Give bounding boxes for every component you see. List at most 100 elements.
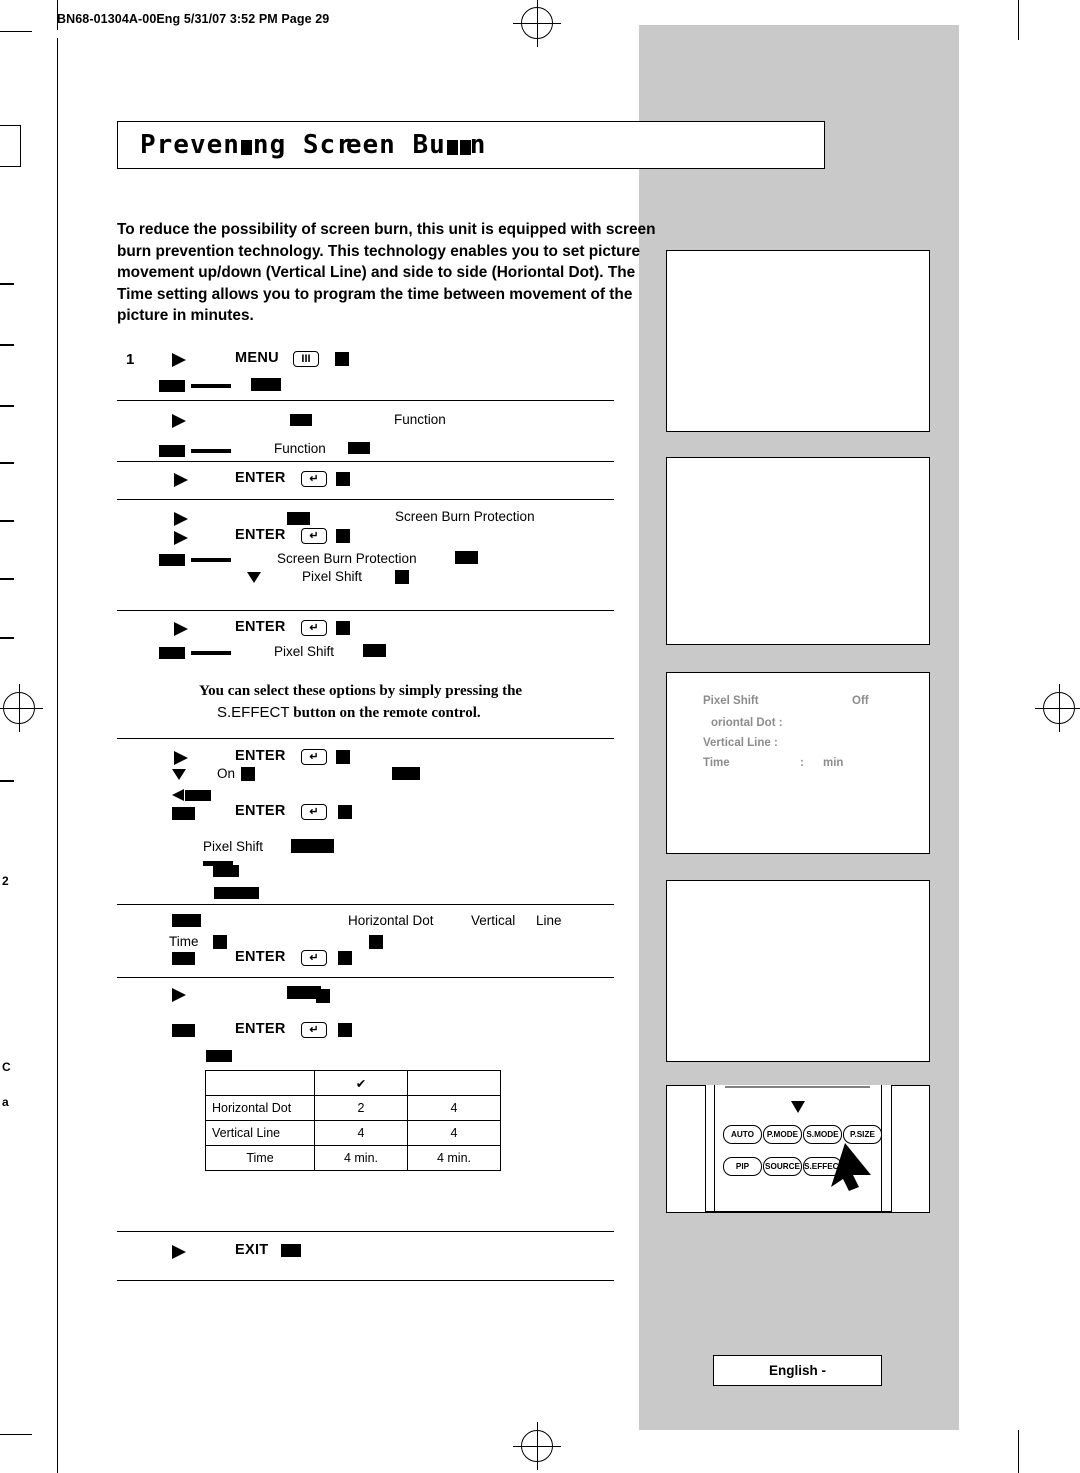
- step-enter-label: ENTER: [235, 803, 286, 819]
- page-root: 2 C a BN68-01304A-00Eng 5/31/07 3:52 PM …: [0, 0, 1080, 1473]
- redaction-block: [206, 1050, 232, 1062]
- step-row-on: ENTER ↵ On ENTER ↵: [117, 739, 614, 839]
- osd-row-horizontal-dot: oriontal Dot :: [711, 717, 783, 729]
- table-cell-value: 4 min.: [314, 1145, 408, 1171]
- step-text-screen-burn: Screen Burn Protection: [395, 509, 535, 524]
- note-button-name: S.EFFECT: [217, 704, 290, 721]
- enter-key-icon: ↵: [301, 804, 327, 820]
- redaction-block: [335, 352, 349, 366]
- redaction-block: [291, 839, 334, 853]
- redaction-block: [395, 570, 409, 584]
- title-glyph-2: [446, 140, 458, 155]
- step-menu-label: MENU: [235, 350, 279, 366]
- redaction-block: [455, 551, 478, 564]
- crop-mark-top-h: [0, 31, 32, 32]
- redaction-block: [191, 651, 231, 655]
- step-text-screen-burn-2: Screen Burn Protection: [277, 551, 417, 566]
- crop-mark-left-bottom-v: [57, 1438, 58, 1473]
- page-title-box: Preven ng Screen Bu n: [117, 121, 825, 169]
- osd-title-value: Off: [852, 695, 869, 707]
- step-number-1: 1: [126, 351, 135, 368]
- remote-illustration: AUTO P.MODE S.MODE P.SIZE PIP SOURCE S.E…: [705, 1085, 892, 1212]
- redaction-block: [213, 935, 227, 949]
- osd-screenshot-1: [666, 250, 930, 432]
- redaction-block: [172, 914, 201, 927]
- redaction-block: [287, 512, 310, 525]
- registration-mark-left: [0, 684, 43, 732]
- crop-mark-left-v: [57, 38, 58, 1438]
- redaction-block: [338, 1023, 352, 1037]
- step-exit-label: EXIT: [235, 1242, 269, 1258]
- step-enter-label: ENTER: [235, 748, 286, 764]
- table-header-row: ✔: [205, 1070, 501, 1096]
- redaction-block: [363, 644, 386, 657]
- osd-row-time-sep: :: [800, 757, 804, 769]
- step-row-enter-1: ENTER ↵: [117, 462, 614, 499]
- page-title: Preven ng Screen Bu n: [140, 130, 487, 160]
- step-enter-label: ENTER: [235, 619, 286, 635]
- bullet-arrow-icon: [172, 1245, 186, 1259]
- redaction-block: [336, 472, 350, 486]
- table-header-blank: [205, 1070, 315, 1096]
- redaction-block: [336, 621, 350, 635]
- intro-paragraph: To reduce the possibility of screen burn…: [117, 221, 656, 324]
- enter-key-icon: ↵: [301, 749, 327, 765]
- registration-mark-bottom: [513, 1422, 561, 1470]
- margin-page-number: 2: [2, 874, 9, 888]
- redaction-block: [172, 952, 195, 965]
- bullet-arrow-icon: [174, 473, 188, 487]
- title-bracket: [0, 125, 21, 167]
- redaction-block: [392, 767, 420, 780]
- remote-button-pmode[interactable]: P.MODE: [763, 1125, 802, 1144]
- table-cell-label: Vertical Line: [205, 1120, 315, 1146]
- enter-key-icon: ↵: [301, 528, 327, 544]
- bullet-arrow-icon: [174, 622, 188, 636]
- redaction-block: [281, 1244, 301, 1257]
- osd-screenshot-3: Pixel Shift Off oriontal Dot : Vertical …: [666, 672, 930, 854]
- table-cell-value: 4: [314, 1120, 408, 1146]
- step-text-pixel-shift-3: Pixel Shift: [203, 839, 264, 854]
- bullet-arrow-icon: [174, 531, 188, 545]
- table-row: Horizontal Dot 2 4: [205, 1095, 501, 1121]
- bullet-arrow-icon: [172, 414, 186, 428]
- table-cell-value: 4: [407, 1120, 501, 1146]
- remote-button-auto[interactable]: AUTO: [723, 1125, 762, 1144]
- table-cell-label: Time: [205, 1145, 315, 1171]
- step-enter-label: ENTER: [235, 949, 286, 965]
- enter-key-icon: ↵: [301, 471, 327, 487]
- menu-key-icon: III: [293, 351, 319, 367]
- step-text-horizontal-dot: Horizontal Dot: [348, 913, 434, 928]
- osd-row-time-value: min: [823, 757, 844, 769]
- osd-title: Pixel Shift: [703, 695, 759, 707]
- bullet-arrow-icon: [174, 751, 188, 765]
- left-arrow-icon: [172, 789, 184, 801]
- step-row-function: Function Function: [117, 401, 614, 461]
- redaction-block: [336, 750, 350, 764]
- redaction-block: [213, 865, 239, 877]
- bullet-arrow-icon: [172, 988, 186, 1002]
- step-text-vertical: Vertical: [471, 913, 516, 928]
- down-arrow-icon: [172, 769, 186, 780]
- remote-button-pip[interactable]: PIP: [723, 1157, 762, 1176]
- step-row-screen-burn: Screen Burn Protection ENTER ↵ Screen Bu…: [117, 500, 614, 610]
- redaction-block: [316, 989, 330, 1003]
- redaction-block: [214, 887, 259, 899]
- table-cell-label: Horizontal Dot: [205, 1095, 315, 1121]
- step-row-enter-final: ENTER ↵: [117, 978, 614, 1062]
- table-cell-value: 2: [314, 1095, 408, 1121]
- redaction-block: [338, 951, 352, 965]
- redaction-block: [159, 554, 185, 566]
- osd-row-time-label: Time: [703, 757, 730, 769]
- enter-key-icon: ↵: [301, 620, 327, 636]
- table-cell-value: 4 min.: [407, 1145, 501, 1171]
- redaction-block: [191, 449, 231, 453]
- remote-pointer-icon: [831, 1143, 871, 1191]
- osd-screenshot-2: [666, 457, 930, 645]
- redaction-block: [369, 935, 383, 949]
- redaction-block: [159, 647, 185, 659]
- remote-button-source[interactable]: SOURCE: [763, 1157, 802, 1176]
- bullet-arrow-icon: [172, 353, 186, 367]
- step-text-function: Function: [394, 412, 446, 427]
- step-row-menu: 1 MENU III: [117, 344, 614, 392]
- crop-mark-right-v2: [1018, 1430, 1019, 1473]
